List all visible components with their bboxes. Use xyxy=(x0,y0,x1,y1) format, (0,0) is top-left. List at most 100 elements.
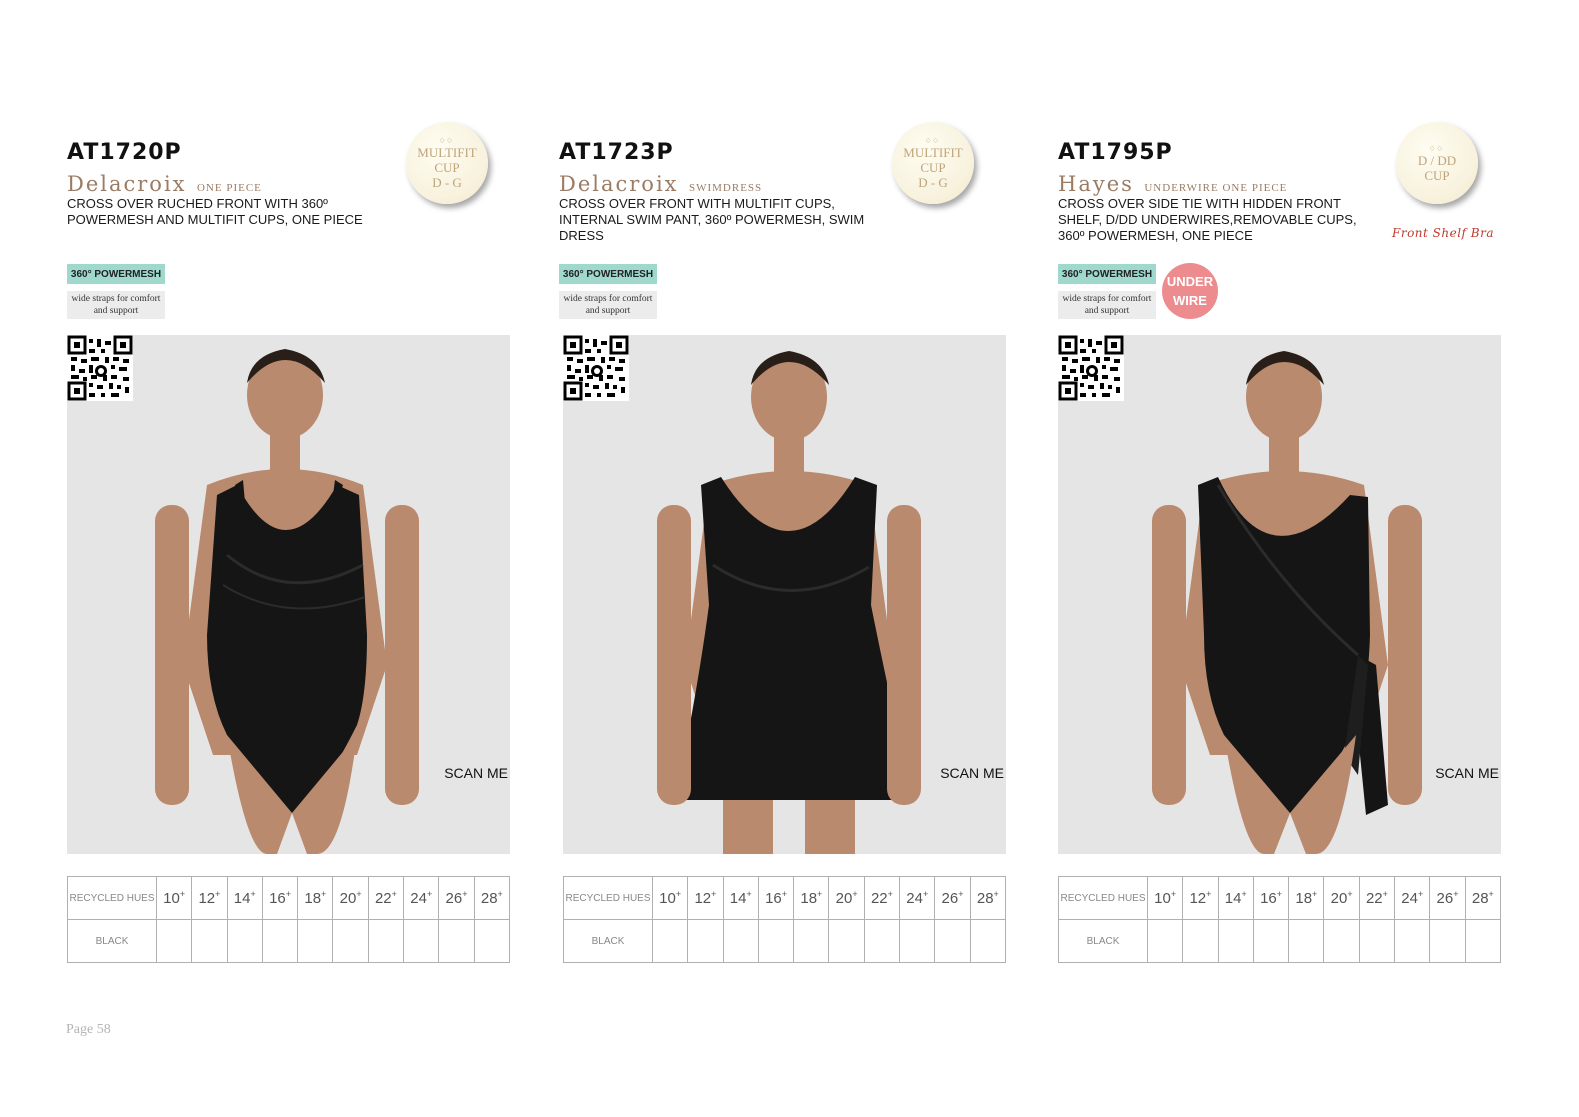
order-cell[interactable] xyxy=(438,919,475,963)
scan-me-label: SCAN ME xyxy=(940,765,1004,781)
product-card: AT1720P Delacroix ONE PIECE CROSS OVER R… xyxy=(67,0,527,1000)
size-cell: 10+ xyxy=(1146,876,1184,920)
product-name-line: Delacroix SWIMDRESS xyxy=(559,172,762,196)
order-cell[interactable] xyxy=(828,919,865,963)
order-cell[interactable] xyxy=(1146,919,1184,963)
product-card: AT1795P Hayes UNDERWIRE ONE PIECE CROSS … xyxy=(1058,0,1518,1000)
order-cell[interactable] xyxy=(793,919,830,963)
order-cell[interactable] xyxy=(1252,919,1290,963)
size-cell: 18+ xyxy=(793,876,830,920)
cup-badge-line: D - G xyxy=(432,175,462,190)
product-name: Delacroix xyxy=(559,172,679,196)
product-card: AT1723P Delacroix SWIMDRESS CROSS OVER F… xyxy=(559,0,1019,1000)
size-cell: 20+ xyxy=(828,876,865,920)
order-cell[interactable] xyxy=(367,919,405,963)
size-cell: 28+ xyxy=(1464,876,1502,920)
order-cell[interactable] xyxy=(934,919,971,963)
order-cell[interactable] xyxy=(1217,919,1254,963)
badge-dots-icon: ○○ xyxy=(439,135,455,145)
size-cell: 16+ xyxy=(1252,876,1290,920)
powermesh-tag: 360° POWERMESH xyxy=(67,264,165,284)
powermesh-tag: 360° POWERMESH xyxy=(1058,264,1156,284)
straps-tag: wide straps for comfort and support xyxy=(559,291,657,319)
order-cell[interactable] xyxy=(722,919,759,963)
qr-code-icon[interactable] xyxy=(67,335,133,401)
size-cell: 18+ xyxy=(297,876,334,920)
powermesh-tag: 360° POWERMESH xyxy=(559,264,657,284)
order-cell[interactable] xyxy=(1182,919,1219,963)
size-cell: 26+ xyxy=(438,876,475,920)
cup-badge-line: CUP xyxy=(920,160,946,175)
front-shelf-note: Front Shelf Bra xyxy=(1392,226,1495,240)
straps-tag: wide straps for comfort and support xyxy=(1058,291,1156,319)
order-cell[interactable] xyxy=(1288,919,1325,963)
size-cell: 16+ xyxy=(261,876,299,920)
product-description: CROSS OVER RUCHED FRONT WITH 360º POWERM… xyxy=(67,196,363,227)
cup-badge-line: CUP xyxy=(434,160,460,175)
underwire-badge: UNDER WIRE xyxy=(1162,263,1218,319)
order-cell[interactable] xyxy=(403,919,440,963)
order-cell[interactable] xyxy=(1429,919,1466,963)
size-cell: 14+ xyxy=(1217,876,1254,920)
cup-badge-line: CUP xyxy=(1424,167,1450,183)
order-cell[interactable] xyxy=(687,919,724,963)
size-cell: 28+ xyxy=(969,876,1007,920)
size-table: RECYCLED HUES 10+ 12+ 14+ 16+ 18+ 20+ 22… xyxy=(67,876,511,963)
size-cell: 22+ xyxy=(863,876,901,920)
size-cell: 24+ xyxy=(1394,876,1431,920)
order-cell[interactable] xyxy=(1464,919,1502,963)
size-cell: 12+ xyxy=(1182,876,1219,920)
order-cell[interactable] xyxy=(191,919,228,963)
cup-badge-line: D / DD xyxy=(1417,152,1457,168)
order-cell[interactable] xyxy=(155,919,193,963)
order-cell[interactable] xyxy=(261,919,299,963)
size-cell: 22+ xyxy=(367,876,405,920)
order-cell[interactable] xyxy=(899,919,936,963)
product-photo: SCAN ME xyxy=(67,335,510,854)
hues-header: RECYCLED HUES xyxy=(563,876,653,920)
size-table: RECYCLED HUES 10+ 12+ 14+ 16+ 18+ 20+ 22… xyxy=(1058,876,1502,963)
underwire-line: UNDER xyxy=(1166,274,1214,289)
qr-code-icon[interactable] xyxy=(563,335,629,401)
product-subtype: SWIMDRESS xyxy=(688,182,763,194)
product-name: Hayes xyxy=(1058,172,1134,196)
size-cell: 24+ xyxy=(899,876,936,920)
order-cell[interactable] xyxy=(651,919,689,963)
straps-tag: wide straps for comfort and support xyxy=(67,291,165,319)
size-cell: 10+ xyxy=(651,876,689,920)
product-name-line: Hayes UNDERWIRE ONE PIECE xyxy=(1058,172,1287,196)
size-cell: 26+ xyxy=(1429,876,1466,920)
size-cell: 20+ xyxy=(1323,876,1360,920)
order-cell[interactable] xyxy=(1358,919,1396,963)
size-cell: 10+ xyxy=(155,876,193,920)
color-name: BLACK xyxy=(563,919,653,963)
size-cell: 16+ xyxy=(757,876,795,920)
hues-header: RECYCLED HUES xyxy=(67,876,157,920)
cup-size-badge: ○○ D / DD CUP xyxy=(1396,122,1478,204)
product-name-line: Delacroix ONE PIECE xyxy=(67,172,262,196)
size-cell: 22+ xyxy=(1358,876,1396,920)
qr-code-icon[interactable] xyxy=(1058,335,1124,401)
order-cell[interactable] xyxy=(1323,919,1360,963)
product-code: AT1723P xyxy=(559,140,674,165)
order-cell[interactable] xyxy=(226,919,263,963)
product-code: AT1795P xyxy=(1058,140,1173,165)
badge-dots-icon: ○○ xyxy=(925,135,941,145)
cup-badge-line: MULTIFIT xyxy=(903,145,963,160)
order-cell[interactable] xyxy=(969,919,1007,963)
product-subtype: UNDERWIRE ONE PIECE xyxy=(1144,182,1288,194)
size-cell: 12+ xyxy=(191,876,228,920)
cup-size-badge: ○○ MULTIFIT CUP D - G xyxy=(892,122,974,204)
color-name: BLACK xyxy=(1058,919,1148,963)
order-cell[interactable] xyxy=(1394,919,1431,963)
order-cell[interactable] xyxy=(757,919,795,963)
product-photo: SCAN ME xyxy=(1058,335,1501,854)
cup-badge-line: MULTIFIT xyxy=(417,145,477,160)
size-cell: 26+ xyxy=(934,876,971,920)
size-cell: 18+ xyxy=(1288,876,1325,920)
order-cell[interactable] xyxy=(863,919,901,963)
order-cell[interactable] xyxy=(297,919,334,963)
order-cell[interactable] xyxy=(332,919,369,963)
scan-me-label: SCAN ME xyxy=(444,765,508,781)
order-cell[interactable] xyxy=(473,919,511,963)
